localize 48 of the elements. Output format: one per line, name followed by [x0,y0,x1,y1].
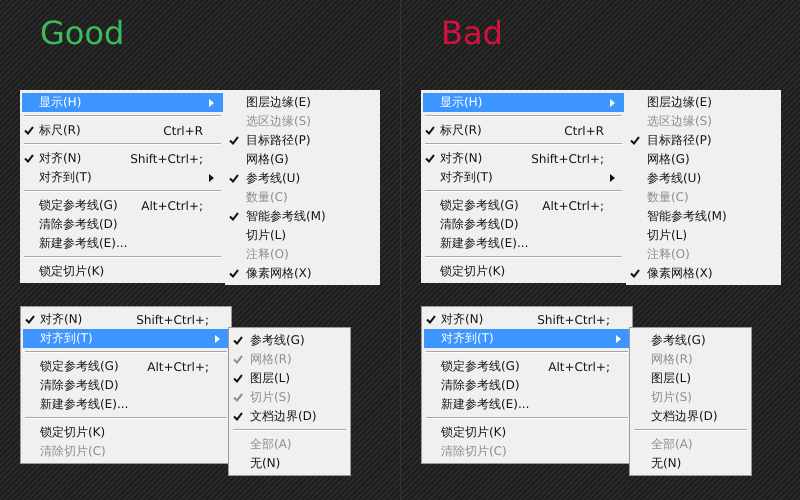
panel-title: Good [40,13,124,54]
menu-item[interactable]: 像素网格(X) [628,264,779,283]
menu-item[interactable]: 无(N) [231,454,348,473]
menu-item[interactable]: 新建参考线(E)... [423,234,624,253]
menu-item[interactable]: 像素网格(X) [227,264,378,283]
menu-item[interactable]: 图层边缘(E) [628,93,779,112]
menu-item[interactable]: 无(N) [632,454,749,473]
menu-item[interactable]: 对齐到(T) [22,168,223,187]
menu-item[interactable]: 对齐(N) Shift+Ctrl+; [423,149,624,168]
menu-item[interactable]: 智能参考线(M) [628,207,779,226]
menu-item[interactable]: 锁定切片(K) [423,262,624,281]
panel-title: Bad [441,13,503,54]
menu-item[interactable]: 网格(G) [628,150,779,169]
menu-item[interactable]: 参考线(U) [628,169,779,188]
menu-item[interactable]: 图层边缘(E) [227,93,378,112]
menu-item[interactable]: 锁定切片(K) [23,423,229,442]
menu-item[interactable]: 锁定切片(K) [22,262,223,281]
menu-item[interactable]: 参考线(U) [227,169,378,188]
menu-item[interactable]: 图层(L) [231,369,348,388]
menu-item[interactable]: 对齐(N) Shift+Ctrl+; [424,310,630,329]
menu-item[interactable]: 清除参考线(D) [23,376,229,395]
menu-item[interactable]: 新建参考线(E)... [22,234,223,253]
menu-item[interactable]: 锁定参考线(G) Alt+Ctrl+; [23,357,229,376]
menu-item[interactable]: 网格(G) [227,150,378,169]
menu-item[interactable]: 锁定参考线(G) Alt+Ctrl+; [22,196,223,215]
menu-item[interactable]: 切片(L) [628,226,779,245]
menu-item[interactable]: 参考线(G) [231,331,348,350]
menu-item[interactable]: 清除参考线(D) [424,376,630,395]
menu-item[interactable]: 目标路径(P) [628,131,779,150]
menu-item[interactable]: 对齐到(T) [423,168,624,187]
menu-item[interactable]: 对齐(N) Shift+Ctrl+; [22,149,223,168]
menu-item[interactable]: 清除参考线(D) [22,215,223,234]
menu-item[interactable]: 参考线(G) [632,331,749,350]
menu-item[interactable]: 图层(L) [632,369,749,388]
menu-item[interactable]: 文档边界(D) [632,407,749,426]
menu-item[interactable]: 目标路径(P) [227,131,378,150]
menu-item[interactable]: 锁定参考线(G) Alt+Ctrl+; [424,357,630,376]
menu-item[interactable]: 对齐(N) Shift+Ctrl+; [23,310,229,329]
menu-item[interactable]: 新建参考线(E)... [424,395,630,414]
menu-item[interactable]: 清除参考线(D) [423,215,624,234]
menu-item[interactable]: 标尺(R) Ctrl+R [423,121,624,140]
menu-item[interactable]: 切片(L) [227,226,378,245]
menu-item[interactable]: 文档边界(D) [231,407,348,426]
menu-item[interactable]: 锁定切片(K) [424,423,630,442]
menu-item[interactable]: 锁定参考线(G) Alt+Ctrl+; [423,196,624,215]
menu-item[interactable]: 标尺(R) Ctrl+R [22,121,223,140]
menu-item[interactable]: 新建参考线(E)... [23,395,229,414]
menu-item[interactable]: 智能参考线(M) [227,207,378,226]
